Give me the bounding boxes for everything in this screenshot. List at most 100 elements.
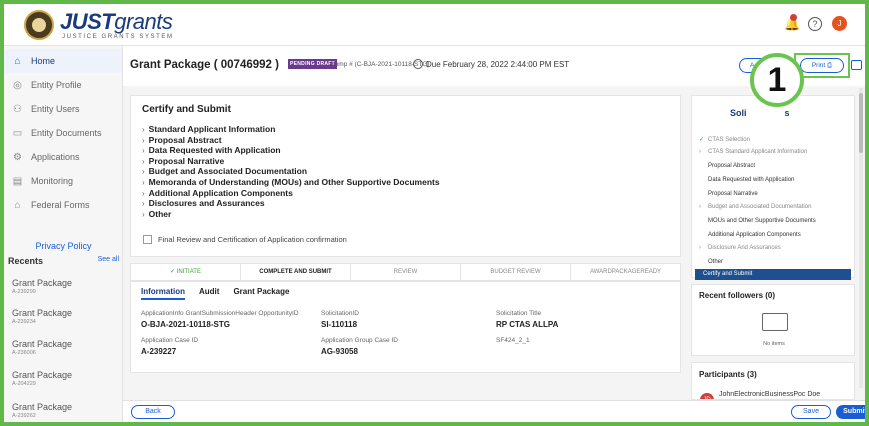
recent-item[interactable]: Grant Package A-239299	[4, 278, 123, 295]
privacy-policy-link[interactable]: Privacy Policy	[4, 241, 123, 251]
user-avatar[interactable]: J	[832, 16, 847, 31]
sidebar-item-label: Entity Documents	[31, 128, 102, 138]
solicitation-item[interactable]: › Budget and Associated Documentation	[699, 204, 811, 210]
section-label: Proposal Narrative	[148, 155, 225, 166]
recent-title: Grant Package	[12, 308, 73, 318]
tab-grant-package[interactable]: Grant Package	[233, 287, 289, 300]
chevron-right-icon: ›	[699, 204, 701, 210]
solicitation-item-label: Disclosure And Assurances	[708, 245, 781, 251]
solicitation-item-label: Proposal Narrative	[708, 191, 758, 197]
notification-dot	[790, 13, 797, 21]
step-award-package-ready: AWARDPACKAGEREADY	[589, 269, 662, 275]
solicitation-item[interactable]: MOUs and Other Supportive Documents	[699, 218, 816, 224]
field-application-case-id: Application Case ID A-239227	[141, 337, 198, 356]
sidebar-item-entity-documents[interactable]: ▭ Entity Documents	[4, 121, 122, 145]
section-item[interactable]: › Proposal Abstract	[142, 135, 440, 146]
section-item[interactable]: › Data Requested with Application	[142, 145, 440, 156]
sidebar-item-label: Entity Profile	[31, 80, 82, 90]
field-value: O-BJA-2021-10118-STG	[141, 320, 230, 329]
recent-sub: A-204229	[12, 381, 36, 387]
sidebar-item-label: Applications	[31, 152, 80, 162]
section-item[interactable]: › Proposal Narrative	[142, 156, 440, 167]
section-item[interactable]: › Other	[142, 209, 440, 220]
home-icon: ⌂	[14, 55, 21, 67]
field-value: AG-93058	[321, 347, 358, 356]
chevron-right-icon: ›	[142, 177, 145, 187]
solicitation-item-label: Other	[708, 259, 724, 265]
field-label: ApplicationInfo GrantSubmissionHeader Op…	[141, 310, 299, 317]
chevron-right-icon: ›	[142, 135, 145, 145]
tab-information[interactable]: Information	[141, 287, 185, 300]
section-label: Memoranda of Understanding (MOUs) and Ot…	[148, 176, 440, 187]
logo-main-text: JUST	[60, 9, 115, 34]
doj-seal-logo	[24, 10, 54, 40]
field-value: SI-110118	[321, 320, 358, 329]
section-item[interactable]: › Budget and Associated Documentation	[142, 166, 440, 177]
field-opportunity-id: ApplicationInfo GrantSubmissionHeader Op…	[141, 310, 299, 329]
top-header: JUSTgrants JUSTICE GRANTS SYSTEM 🔔 ? J	[4, 4, 865, 46]
solicitation-item[interactable]: Data Requested with Application	[699, 177, 794, 183]
sidebar-item-applications[interactable]: ⚙ Applications	[4, 145, 122, 169]
recent-title: Grant Package	[12, 339, 73, 349]
back-button[interactable]: Back	[131, 405, 175, 419]
sidebar-item-entity-users[interactable]: ⚇ Entity Users	[4, 97, 122, 121]
recent-item[interactable]: Grant Package A-204229	[4, 370, 123, 387]
solicitation-item[interactable]: Proposal Abstract	[699, 163, 755, 169]
field-application-group-case-id: Application Group Case ID AG-93058	[321, 337, 398, 356]
globe-icon: ◎	[13, 79, 22, 91]
sidebar-item-label: Federal Forms	[31, 200, 90, 210]
solicitation-item[interactable]: Proposal Narrative	[699, 191, 758, 197]
participant-name[interactable]: JohnElectronicBusinessPoc Doe	[719, 390, 844, 399]
solicitation-item[interactable]: › CTAS Standard Applicant Information	[699, 149, 807, 155]
section-item[interactable]: › Standard Applicant Information	[142, 124, 440, 135]
card-title: Certify and Submit	[142, 104, 231, 115]
page-title: Grant Package ( 00746992 )	[130, 59, 279, 71]
logo-accent-text: grants	[114, 9, 173, 34]
recent-item[interactable]: Grant Package A-239234	[4, 308, 123, 325]
tab-audit[interactable]: Audit	[199, 287, 219, 300]
section-label: Proposal Abstract	[148, 134, 222, 145]
justgrants-logo[interactable]: JUSTgrants	[60, 9, 173, 35]
submit-button[interactable]: Submit	[836, 405, 865, 419]
solicitation-item[interactable]: Additional Application Components	[699, 232, 801, 238]
recent-item[interactable]: Grant Package A-239262	[4, 402, 123, 419]
final-review-row: Final Review and Certification of Applic…	[143, 235, 347, 244]
sidebar-item-federal-forms[interactable]: ⌂ Federal Forms	[4, 193, 122, 217]
chat-icon[interactable]	[851, 60, 862, 70]
app-window: JUSTgrants JUSTICE GRANTS SYSTEM 🔔 ? J ⌂…	[4, 4, 865, 422]
section-item[interactable]: › Additional Application Components	[142, 188, 440, 199]
recent-item[interactable]: Grant Package A-236006	[4, 339, 123, 356]
final-review-label: Final Review and Certification of Applic…	[158, 235, 347, 244]
final-review-checkbox[interactable]	[143, 235, 152, 244]
no-items-text: No items	[763, 341, 785, 347]
solicitation-item-active[interactable]: Certify and Submit	[695, 269, 851, 280]
clock-icon	[413, 59, 423, 69]
progress-steps: ✓ INITIATE COMPLETE AND SUBMIT REVIEW BU…	[130, 263, 681, 281]
solicitation-title-end: s	[784, 108, 790, 118]
print-button[interactable]: Print ⎙	[800, 58, 844, 73]
sidebar-item-home[interactable]: ⌂ Home	[4, 49, 122, 73]
section-label: Standard Applicant Information	[148, 124, 276, 134]
sidebar-item-label: Entity Users	[31, 104, 80, 114]
solicitation-item-label: Proposal Abstract	[708, 163, 756, 169]
section-item[interactable]: › Memoranda of Understanding (MOUs) and O…	[142, 177, 440, 188]
sidebar-item-entity-profile[interactable]: ◎ Entity Profile	[4, 73, 122, 97]
solicitation-item[interactable]: Other	[699, 259, 723, 265]
logo-subtitle: JUSTICE GRANTS SYSTEM	[62, 34, 174, 40]
solicitation-item[interactable]: › Disclosure And Assurances	[699, 245, 781, 251]
help-icon[interactable]: ?	[808, 16, 822, 31]
information-panel: Information Audit Grant Package Applicat…	[130, 281, 681, 373]
recents-title: Recents	[8, 256, 44, 266]
save-button[interactable]: Save	[791, 405, 831, 419]
main-content: Grant Package ( 00746992 ) PENDING DRAFT…	[123, 46, 865, 422]
notifications-bell-icon[interactable]: 🔔	[784, 13, 800, 31]
participant-avatar: JD	[700, 393, 714, 399]
solicitation-item[interactable]: ✓ CTAS Selection	[699, 136, 750, 143]
solicitation-title-start: Soli	[730, 108, 747, 118]
scrollbar[interactable]	[859, 88, 863, 388]
see-all-link[interactable]: See all	[98, 256, 119, 266]
step-review: REVIEW	[351, 264, 461, 280]
sidebar-item-monitoring[interactable]: ▤ Monitoring	[4, 169, 122, 193]
followers-title: Recent followers (0)	[699, 291, 776, 300]
section-item[interactable]: › Disclosures and Assurances	[142, 198, 440, 209]
